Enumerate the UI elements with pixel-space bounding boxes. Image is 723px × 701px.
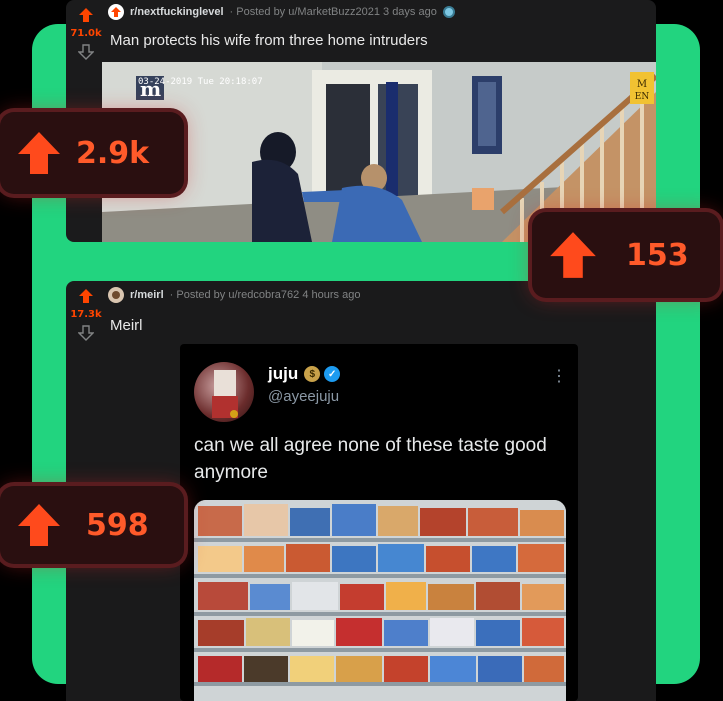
upvote-arrow-icon bbox=[18, 504, 60, 546]
score-badge: 2.9k bbox=[0, 112, 184, 194]
tweet-author-name: juju bbox=[268, 364, 299, 383]
verified-icon: ✓ bbox=[324, 366, 341, 382]
upvote-icon[interactable] bbox=[77, 287, 95, 305]
svg-text:EN: EN bbox=[635, 92, 650, 102]
post-meta: · Posted by u/MarketBuzz2021 3 days ago bbox=[229, 6, 437, 18]
subreddit-icon[interactable] bbox=[108, 287, 124, 303]
post-title[interactable]: Meirl bbox=[110, 317, 143, 334]
svg-text:M: M bbox=[637, 79, 647, 90]
post-meta: · Posted by u/redcobra762 4 hours ago bbox=[169, 289, 361, 301]
score-value: 598 bbox=[86, 507, 149, 543]
subreddit-name[interactable]: r/meirl bbox=[130, 289, 164, 301]
downvote-icon[interactable] bbox=[77, 324, 95, 342]
post-header: r/nextfuckinglevel · Posted by u/MarketB… bbox=[108, 4, 455, 20]
avatar[interactable] bbox=[194, 362, 254, 422]
vote-column: 17.3k bbox=[66, 281, 106, 342]
post-header: r/meirl · Posted by u/redcobra762 4 hour… bbox=[108, 287, 360, 303]
tweet-text: can we all agree none of these taste goo… bbox=[194, 435, 547, 483]
tweet-author[interactable]: juju $ ✓ bbox=[268, 364, 341, 384]
upvote-arrow-icon bbox=[18, 132, 60, 174]
vote-column: 71.0k bbox=[66, 0, 106, 61]
downvote-icon[interactable] bbox=[77, 43, 95, 61]
subreddit-name[interactable]: r/nextfuckinglevel bbox=[130, 6, 224, 18]
video-timestamp: 03-24-2019 Tue 20:18:07 bbox=[138, 77, 263, 87]
tweet-embed[interactable]: juju $ ✓ @ayeejuju ⋮ can we all agree no… bbox=[180, 344, 578, 701]
vote-count: 71.0k bbox=[70, 28, 102, 39]
money-bag-icon: $ bbox=[304, 366, 321, 382]
snack-aisle-image bbox=[194, 500, 566, 701]
vote-count: 17.3k bbox=[70, 309, 102, 320]
tweet-photo[interactable] bbox=[194, 500, 566, 701]
score-value: 2.9k bbox=[76, 135, 150, 171]
subreddit-icon[interactable] bbox=[108, 4, 124, 20]
score-badge: 598 bbox=[0, 486, 184, 564]
upvote-icon[interactable] bbox=[77, 6, 95, 24]
upvote-arrow-icon bbox=[550, 232, 596, 278]
tweet-handle: @ayeejuju bbox=[268, 388, 340, 405]
more-vertical-icon[interactable]: ⋮ bbox=[551, 366, 567, 386]
score-value: 153 bbox=[626, 237, 689, 273]
score-badge: 153 bbox=[532, 212, 720, 298]
award-icon bbox=[442, 6, 455, 18]
post-title[interactable]: Man protects his wife from three home in… bbox=[110, 32, 428, 49]
